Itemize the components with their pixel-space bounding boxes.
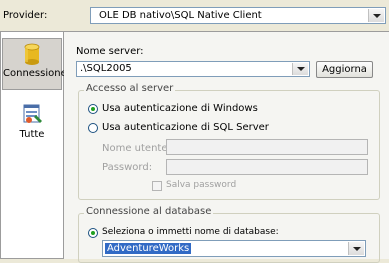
sql-auth-label[interactable]: Usa autenticazione di SQL Server xyxy=(102,122,269,133)
select-database-label[interactable]: Seleziona o immetti nome di database: xyxy=(102,227,279,237)
nav-item-tutte[interactable]: Tutte xyxy=(2,100,62,146)
nav-item-label: Tutte xyxy=(19,129,45,140)
connection-panel: Nome server: .\SQL2005 Aggiorna Accesso … xyxy=(64,31,389,263)
windows-auth-label[interactable]: Usa autenticazione di Windows xyxy=(102,103,258,114)
provider-value: OLE DB nativo\SQL Native Client xyxy=(99,10,262,21)
database-cylinder-icon xyxy=(24,43,40,65)
chevron-down-icon[interactable] xyxy=(368,9,384,22)
server-name-label: Nome server: xyxy=(76,46,144,57)
username-field[interactable] xyxy=(166,139,368,155)
chevron-down-icon[interactable] xyxy=(348,242,364,255)
sql-auth-radio[interactable] xyxy=(88,123,98,133)
password-label: Password: xyxy=(102,162,153,173)
username-label: Nome utente: xyxy=(102,143,171,154)
password-field[interactable] xyxy=(166,159,368,175)
save-password-label: Salva password xyxy=(166,180,237,190)
chevron-down-icon[interactable] xyxy=(292,63,308,75)
database-combobox[interactable]: AdventureWorks xyxy=(102,240,366,257)
connection-page-nav: Connessione Tutte xyxy=(0,31,67,259)
select-database-radio[interactable] xyxy=(88,228,98,238)
property-sheet-icon xyxy=(23,104,42,123)
database-value: AdventureWorks xyxy=(105,243,192,254)
server-name-combobox[interactable]: .\SQL2005 xyxy=(76,61,310,77)
windows-auth-radio[interactable] xyxy=(88,104,98,114)
server-access-group-title: Accesso al server xyxy=(84,83,176,94)
server-name-value: .\SQL2005 xyxy=(80,63,132,74)
provider-dropdown[interactable]: OLE DB nativo\SQL Native Client xyxy=(90,7,386,24)
save-password-checkbox[interactable] xyxy=(152,181,162,191)
provider-label: Provider: xyxy=(3,10,48,21)
nav-item-label: Connessione xyxy=(3,68,67,79)
database-connection-group-title: Connessione al database xyxy=(84,206,214,217)
nav-item-connessione[interactable]: Connessione xyxy=(2,38,67,90)
refresh-button[interactable]: Aggiorna xyxy=(316,61,373,78)
